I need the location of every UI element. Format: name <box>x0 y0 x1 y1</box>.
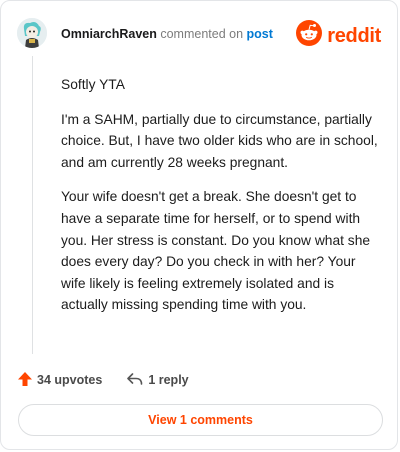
comment-header: OmniarchRaven commented on post <box>61 26 273 42</box>
reddit-logo[interactable]: reddit <box>296 20 381 51</box>
thread-line[interactable] <box>32 56 33 354</box>
upvote-button[interactable]: 34 upvotes <box>17 371 102 390</box>
reply-arrow-icon <box>126 371 144 390</box>
comment-card: OmniarchRaven commented on post reddit S… <box>0 0 398 450</box>
reply-button[interactable]: 1 reply <box>126 371 189 390</box>
comment-actions: 34 upvotes 1 reply <box>17 370 213 390</box>
comment-paragraph: I'm a SAHM, partially due to circumstanc… <box>61 111 378 170</box>
comment-body: Softly YTA I'm a SAHM, partially due to … <box>61 74 381 329</box>
view-comments-button[interactable]: View 1 comments <box>18 404 383 436</box>
reply-count: 1 reply <box>148 373 189 387</box>
author-name[interactable]: OmniarchRaven <box>61 27 157 41</box>
avatar[interactable] <box>17 18 47 48</box>
upvote-arrow-icon <box>17 371 33 390</box>
commented-on-text: commented on <box>160 27 244 41</box>
post-link[interactable]: post <box>247 27 273 41</box>
comment-paragraph: Your wife doesn't get a break. She doesn… <box>61 189 371 313</box>
reddit-wordmark: reddit <box>327 24 381 47</box>
reddit-alien-icon <box>296 20 323 51</box>
comment-paragraph: Softly YTA <box>61 77 125 92</box>
upvote-count: 34 upvotes <box>37 373 103 387</box>
